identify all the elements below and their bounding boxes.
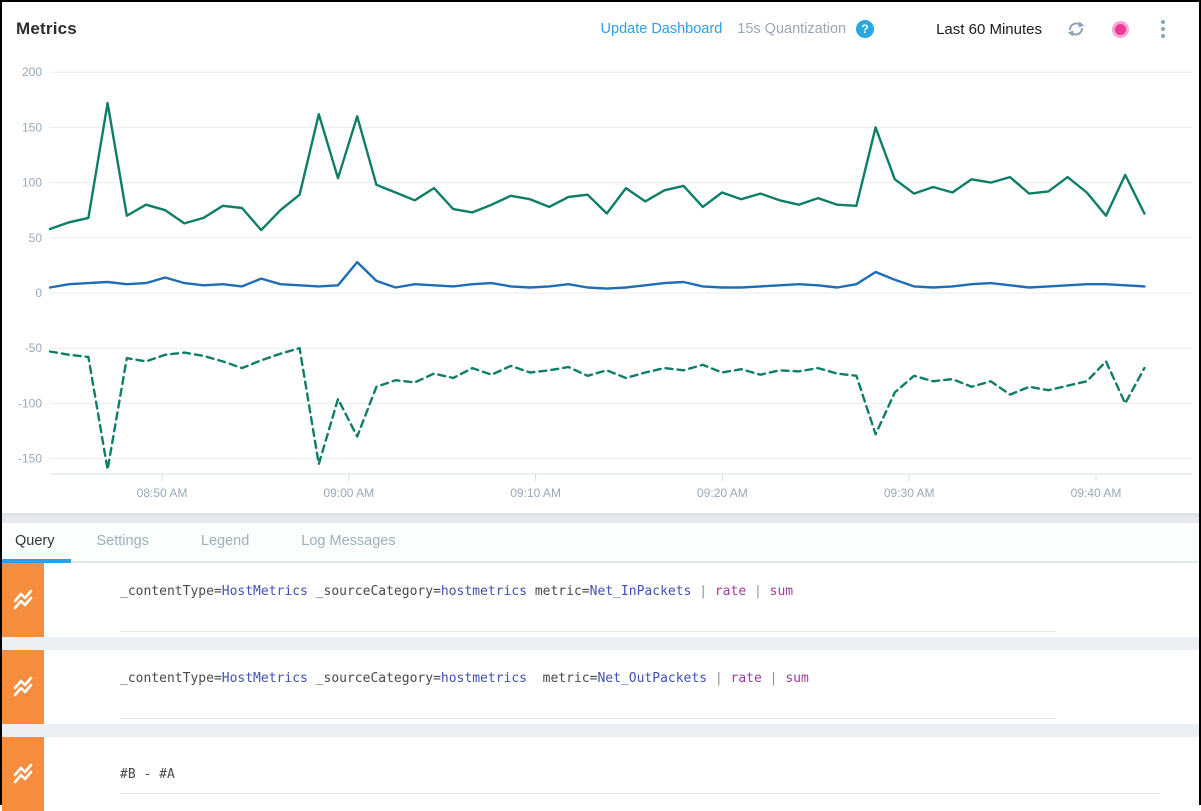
query-token-value: hostmetrics [441,584,527,599]
metrics-zigzag-icon [2,650,44,724]
query-row-b: _contentType=HostMetrics _sourceCategory… [2,650,1199,724]
panel-header: Metrics Update Dashboard 15s Quantizatio… [2,2,1199,56]
kebab-menu-button[interactable] [1157,18,1169,40]
live-indicator[interactable] [1112,21,1129,38]
query-rows: _contentType=HostMetrics _sourceCategory… [2,563,1199,811]
query-row-c: #B - #A [2,737,1199,811]
header-actions: Update Dashboard 15s Quantization ? Last… [601,18,1169,40]
query-token-keyword: sum [770,584,793,599]
tab-log-messages[interactable]: Log Messages [275,523,421,563]
y-tick-label: -150 [18,452,42,466]
query-token-pipe: | [707,671,730,686]
kebab-dot [1161,34,1165,38]
query-input-a[interactable]: _contentType=HostMetrics _sourceCategory… [120,584,1159,599]
metrics-zigzag-icon [2,563,44,637]
x-tick-label: 09:00 AM [323,486,374,500]
quantization-label: 15s Quantization [737,21,846,37]
query-input-underline [120,793,1160,794]
metrics-chart: 200 150 100 50 0 -50 -100 -150 08:50 AM 09:00 AM 0… [2,56,1199,513]
x-tick-label: 08:50 AM [137,486,188,500]
y-tick-label: 100 [22,176,42,190]
y-tick-label: 200 [22,65,42,79]
x-tick-label: 09:10 AM [510,486,561,500]
query-token-pipe: | [691,584,714,599]
query-token-plain: #B - #A [120,767,175,782]
query-token-plain: _sourceCategory= [308,584,441,599]
y-tick-label: 50 [29,231,43,245]
query-token-keyword: sum [785,671,808,686]
query-token-value: HostMetrics [222,584,308,599]
kebab-dot [1161,20,1165,24]
query-token-value: Net_OutPackets [597,671,707,686]
series-green-dashed [50,348,1144,469]
x-tick-label: 09:20 AM [697,486,748,500]
query-token-plain: _contentType= [120,584,222,599]
row-gap [2,724,1199,737]
series-blue-solid [50,262,1144,289]
live-indicator-dot [1115,24,1126,35]
time-range-selector[interactable]: Last 60 Minutes [936,21,1042,38]
row-gap [2,637,1199,650]
tab-legend[interactable]: Legend [175,523,275,563]
metrics-chart-svg: 200 150 100 50 0 -50 -100 -150 08:50 AM 09:00 AM 0… [2,56,1199,513]
series-green-solid [50,103,1144,230]
query-token-value: hostmetrics [441,671,527,686]
y-tick-label: 0 [35,286,42,300]
help-icon[interactable]: ? [856,20,874,38]
page-title: Metrics [16,19,77,39]
query-input-c[interactable]: #B - #A [120,767,1159,782]
metrics-panel: { "header": { "title": "Metrics", "updat… [0,0,1201,805]
x-tick-label: 09:40 AM [1071,486,1122,500]
y-tick-label: -100 [18,396,42,410]
query-input-b[interactable]: _contentType=HostMetrics _sourceCategory… [120,671,1159,686]
query-token-keyword: rate [731,671,762,686]
query-token-plain: metric= [527,584,590,599]
query-token-plain: _sourceCategory= [308,671,441,686]
query-input-underline [120,631,1056,632]
x-tick-label: 09:30 AM [884,486,935,500]
query-token-keyword: rate [715,584,746,599]
update-dashboard-link[interactable]: Update Dashboard [601,21,723,37]
query-token-plain: _contentType= [120,671,222,686]
query-token-pipe: | [746,584,769,599]
query-token-pipe: | [762,671,785,686]
y-tick-label: -50 [25,341,43,355]
query-token-value: Net_InPackets [590,584,692,599]
kebab-dot [1161,27,1165,31]
y-tick-label: 150 [22,120,42,134]
tab-query[interactable]: Query [2,523,71,563]
metrics-zigzag-icon [2,737,44,811]
tab-settings[interactable]: Settings [71,523,175,563]
panel-divider-band [2,513,1199,523]
query-token-value: HostMetrics [222,671,308,686]
refresh-icon [1066,19,1086,39]
query-token-plain: metric= [527,671,597,686]
refresh-button[interactable] [1066,19,1086,39]
query-row-a: _contentType=HostMetrics _sourceCategory… [2,563,1199,637]
tab-bar: Query Settings Legend Log Messages [2,523,1199,563]
query-input-underline [120,718,1056,719]
